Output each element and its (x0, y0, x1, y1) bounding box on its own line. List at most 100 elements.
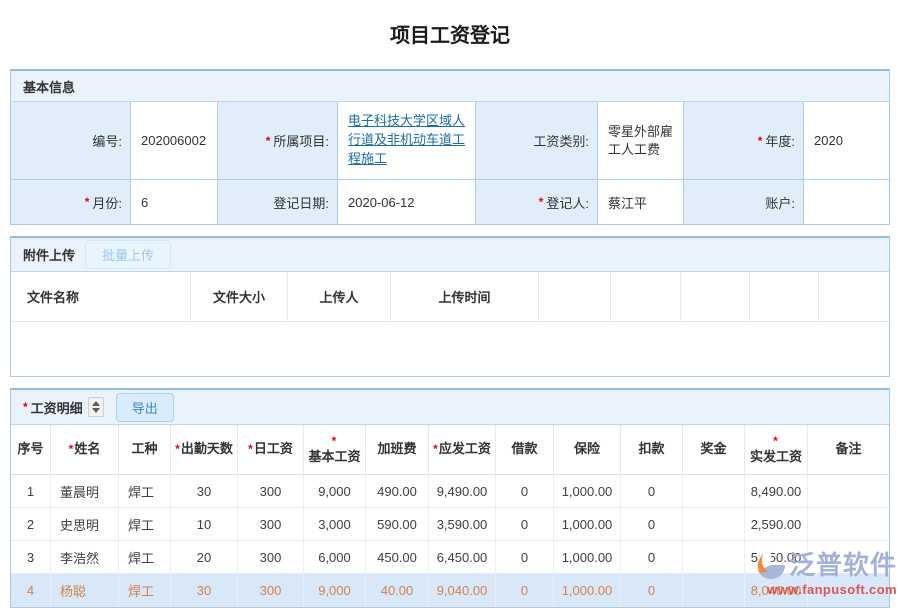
cell-job: 焊工 (119, 541, 171, 573)
cell-base-wage: 3,000 (304, 508, 366, 540)
cell-loan: 0 (496, 508, 554, 540)
required-asterisk: * (758, 134, 763, 148)
cell-deduction: 0 (621, 574, 683, 606)
table-row[interactable]: 1 董晨明 焊工 30 300 9,000 490.00 9,490.00 0 … (11, 475, 889, 508)
cell-name: 李浩然 (51, 541, 119, 573)
sort-up-icon (92, 401, 100, 406)
col-payable-wage: *应发工资 (429, 425, 496, 474)
cell-job: 焊工 (119, 475, 171, 507)
table-row[interactable]: 2 史思明 焊工 10 300 3,000 590.00 3,590.00 0 … (11, 508, 889, 541)
cell-overtime: 490.00 (366, 475, 429, 507)
cell-overtime: 590.00 (366, 508, 429, 540)
salary-header: * 工资明细 导出 (11, 390, 889, 425)
required-asterisk: * (266, 134, 271, 148)
cell-seq: 3 (11, 541, 51, 573)
cell-daily-wage: 300 (238, 475, 304, 507)
col-uploader: 上传人 (288, 272, 391, 321)
table-row[interactable]: 4 杨聪 焊工 30 300 9,000 40.00 9,040.00 0 1,… (11, 574, 889, 607)
cell-payable-wage: 3,590.00 (429, 508, 496, 540)
cell-actual-wage: 2,590.00 (745, 508, 808, 540)
col-overtime: *加班费 (366, 425, 429, 474)
year-field[interactable]: 2020 (804, 102, 889, 180)
cell-attendance-days: 10 (171, 508, 238, 540)
cell-remark (808, 574, 889, 606)
cell-loan: 0 (496, 574, 554, 606)
cell-actual-wage: 5,450.00 (745, 541, 808, 573)
cell-loan: 0 (496, 541, 554, 573)
col-base-wage: *基本工资 (304, 425, 366, 474)
col-loan: *借款 (496, 425, 554, 474)
col-remark: *备注 (808, 425, 889, 474)
cell-overtime: 40.00 (366, 574, 429, 606)
sort-spinner-icon[interactable] (88, 397, 104, 417)
cell-loan: 0 (496, 475, 554, 507)
cell-insurance: 1,000.00 (554, 475, 621, 507)
export-button[interactable]: 导出 (116, 393, 174, 422)
salary-panel: * 工资明细 导出 *序号 *姓名 *工种 *出勤天数 *日工资 *基本工资 *… (10, 388, 890, 608)
cell-name: 史思明 (51, 508, 119, 540)
cell-bonus (683, 574, 745, 606)
cell-attendance-days: 30 (171, 475, 238, 507)
number-field[interactable]: 202006002 (131, 102, 218, 180)
cell-deduction: 0 (621, 475, 683, 507)
salary-table-body: 1 董晨明 焊工 30 300 9,000 490.00 9,490.00 0 … (11, 475, 889, 607)
col-daily-wage: *日工资 (238, 425, 304, 474)
cell-insurance: 1,000.00 (554, 541, 621, 573)
col-empty-3 (681, 272, 750, 321)
attachment-table-body (11, 322, 889, 376)
col-seq: *序号 (11, 425, 51, 474)
col-insurance: *保险 (554, 425, 621, 474)
cell-bonus (683, 475, 745, 507)
cell-base-wage: 6,000 (304, 541, 366, 573)
attachment-panel: 附件上传 批量上传 文件名称 文件大小 上传人 上传时间 (10, 236, 890, 377)
cell-seq: 4 (11, 574, 51, 606)
col-empty-1 (539, 272, 611, 321)
reg-date-field[interactable]: 2020-06-12 (338, 180, 476, 224)
required-asterisk: * (23, 400, 28, 414)
col-upload-time: 上传时间 (391, 272, 539, 321)
cell-overtime: 450.00 (366, 541, 429, 573)
salary-type-label: * 工资类别: (476, 102, 598, 180)
cell-attendance-days: 20 (171, 541, 238, 573)
col-empty-2 (611, 272, 681, 321)
project-label: * 所属项目: (218, 102, 338, 180)
cell-base-wage: 9,000 (304, 574, 366, 606)
account-label: * 账户: (684, 180, 804, 224)
basic-info-row-2: * 月份: 6 * 登记日期: 2020-06-12 * 登记人: 蔡江平 * … (11, 180, 889, 224)
cell-daily-wage: 300 (238, 508, 304, 540)
col-deduction: *扣款 (621, 425, 683, 474)
col-file-size: 文件大小 (191, 272, 288, 321)
attachment-header: 附件上传 批量上传 (11, 238, 889, 272)
cell-payable-wage: 9,490.00 (429, 475, 496, 507)
table-row[interactable]: 3 李浩然 焊工 20 300 6,000 450.00 6,450.00 0 … (11, 541, 889, 574)
cell-job: 焊工 (119, 574, 171, 606)
col-attendance-days: *出勤天数 (171, 425, 238, 474)
cell-attendance-days: 30 (171, 574, 238, 606)
cell-payable-wage: 6,450.00 (429, 541, 496, 573)
cell-bonus (683, 508, 745, 540)
page-title: 项目工资登记 (0, 0, 900, 69)
registrant-field[interactable]: 蔡江平 (598, 180, 684, 224)
cell-daily-wage: 300 (238, 574, 304, 606)
cell-remark (808, 475, 889, 507)
registrant-label: * 登记人: (476, 180, 598, 224)
col-job: *工种 (119, 425, 171, 474)
col-name: *姓名 (51, 425, 119, 474)
project-link[interactable]: 电子科技大学区域人行道及非机动车道工程施工 (348, 112, 469, 169)
month-field[interactable]: 6 (131, 180, 218, 224)
required-asterisk: * (539, 195, 544, 209)
number-label: * 编号: (11, 102, 131, 180)
account-field[interactable] (804, 180, 889, 224)
salary-type-field[interactable]: 零星外部雇工人工费 (598, 102, 684, 180)
cell-name: 董晨明 (51, 475, 119, 507)
cell-seq: 2 (11, 508, 51, 540)
month-label: * 月份: (11, 180, 131, 224)
attachment-title: 附件上传 (23, 245, 75, 264)
attachment-table-header: 文件名称 文件大小 上传人 上传时间 (11, 272, 889, 322)
cell-seq: 1 (11, 475, 51, 507)
reg-date-label: * 登记日期: (218, 180, 338, 224)
cell-bonus (683, 541, 745, 573)
col-actual-wage: *实发工资 (745, 425, 808, 474)
batch-upload-button[interactable]: 批量上传 (85, 240, 171, 269)
cell-deduction: 0 (621, 541, 683, 573)
